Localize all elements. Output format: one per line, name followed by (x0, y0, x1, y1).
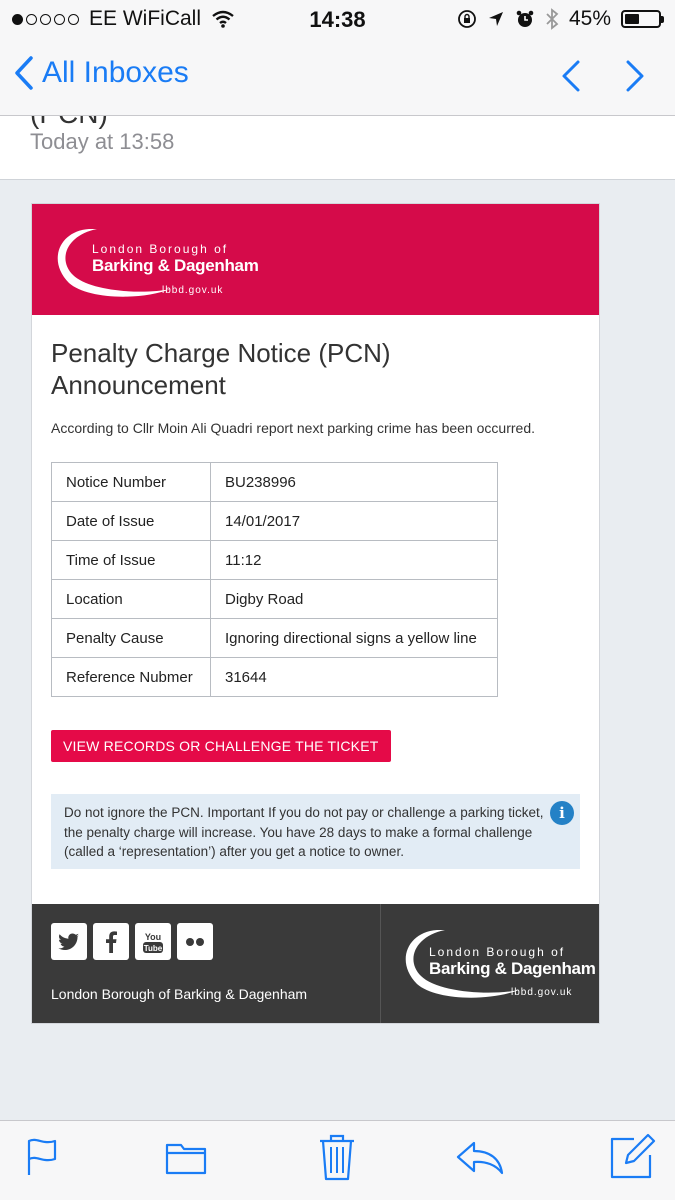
battery-percent: 45% (568, 7, 611, 30)
table-row: Notice Number BU238996 (51, 462, 498, 502)
message-navigation (559, 58, 647, 94)
bottom-toolbar (0, 1120, 675, 1200)
detail-value: 11:12 (210, 540, 498, 580)
email-intro: According to Cllr Moin Ali Quadri report… (51, 420, 535, 436)
battery-icon (621, 10, 664, 28)
navigation-bar: All Inboxes (0, 38, 675, 116)
alarm-clock-icon (516, 10, 534, 27)
flag-icon[interactable] (25, 1137, 59, 1177)
status-bar: EE WiFiCall 14:38 45% (0, 0, 675, 38)
notice-text: Do not ignore the PCN. Important If you … (64, 805, 544, 859)
reply-icon[interactable] (456, 1137, 504, 1177)
svg-text:You: You (145, 932, 161, 942)
pcn-warning-notice: Do not ignore the PCN. Important If you … (51, 794, 580, 869)
table-row: Penalty Cause Ignoring directional signs … (51, 618, 498, 658)
trash-icon[interactable] (318, 1133, 356, 1181)
back-button[interactable]: All Inboxes (14, 56, 189, 90)
message-date: Today at 13:58 (30, 129, 175, 154)
youtube-icon[interactable]: You Tube (135, 923, 171, 960)
flickr-icon[interactable] (177, 923, 213, 960)
next-message-icon[interactable] (623, 58, 647, 94)
footer-logo-site: lbbd.gov.uk (511, 987, 573, 998)
battery-level (625, 14, 640, 24)
email-content: Penalty Charge Notice (PCN) Announcement… (32, 315, 599, 869)
council-logo: London Borough of Barking & Dagenham lbb… (92, 242, 259, 296)
footer-logo-line1: London Borough of (429, 945, 566, 959)
detail-value: Ignoring directional signs a yellow line (210, 618, 498, 658)
footer-divider (380, 904, 381, 1023)
footer-logo-line2: Barking & Dagenham (429, 959, 596, 978)
orientation-lock-icon (458, 10, 476, 28)
chevron-left-icon (15, 56, 33, 90)
detail-value: Digby Road (210, 579, 498, 619)
detail-label: Time of Issue (51, 540, 211, 580)
info-icon: i (550, 801, 574, 825)
social-links: You Tube (51, 923, 213, 960)
table-row: Date of Issue 14/01/2017 (51, 501, 498, 541)
folder-icon[interactable] (165, 1137, 207, 1177)
detail-label: Reference Nubmer (51, 657, 211, 697)
detail-value: BU238996 (210, 462, 498, 502)
facebook-icon[interactable] (93, 923, 129, 960)
location-arrow-icon (488, 12, 503, 26)
detail-label: Notice Number (51, 462, 211, 502)
previous-message-icon[interactable] (559, 58, 583, 94)
email-banner: London Borough of Barking & Dagenham lbb… (32, 204, 599, 315)
logo-line2: Barking & Dagenham (92, 256, 259, 275)
message-subject: (PCN) (30, 116, 108, 130)
email-body: London Borough of Barking & Dagenham lbb… (31, 203, 600, 1024)
detail-label: Location (51, 579, 211, 619)
view-records-button[interactable]: VIEW RECORDS OR CHALLENGE THE TICKET (51, 730, 391, 762)
detail-value: 14/01/2017 (210, 501, 498, 541)
message-header: (PCN) Today at 13:58 (0, 116, 675, 180)
footer-logo: London Borough of Barking & Dagenham lbb… (429, 945, 596, 998)
svg-text:Tube: Tube (144, 944, 163, 953)
table-row: Reference Nubmer 31644 (51, 657, 498, 697)
email-title: Penalty Charge Notice (PCN) Announcement (51, 338, 391, 400)
status-right: 45% (457, 7, 664, 31)
compose-icon[interactable] (610, 1133, 656, 1179)
twitter-icon[interactable] (51, 923, 87, 960)
back-label: All Inboxes (42, 56, 189, 89)
logo-line1: London Borough of (92, 242, 229, 256)
detail-label: Date of Issue (51, 501, 211, 541)
table-row: Location Digby Road (51, 579, 498, 619)
email-footer: You Tube London Borough of Barking & Dag… (32, 904, 599, 1023)
detail-label: Penalty Cause (51, 618, 211, 658)
detail-value: 31644 (210, 657, 498, 697)
table-row: Time of Issue 11:12 (51, 540, 498, 580)
pcn-details-table: Notice Number BU238996 Date of Issue 14/01/… (51, 462, 498, 697)
bluetooth-icon (546, 8, 559, 30)
logo-site: lbbd.gov.uk (162, 285, 224, 296)
footer-org-name: London Borough of Barking & Dagenham (51, 986, 308, 1002)
